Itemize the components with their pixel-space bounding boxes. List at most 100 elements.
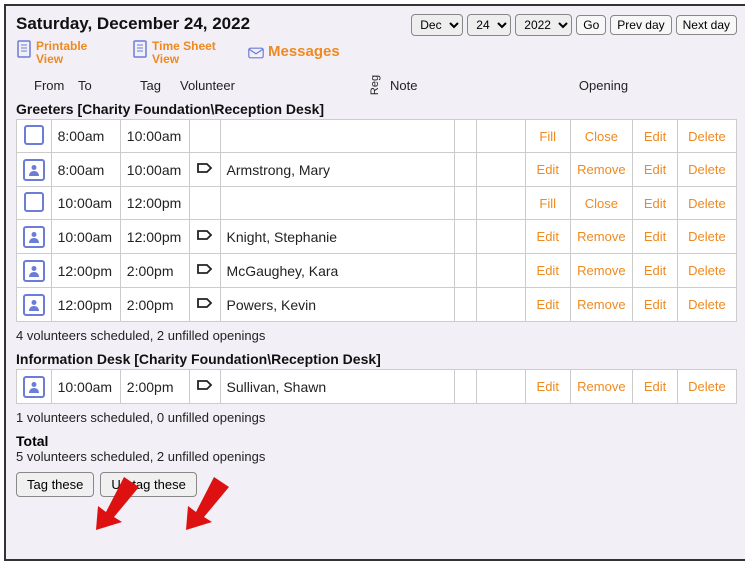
tag-icon <box>197 162 213 178</box>
action-link[interactable]: Delete <box>677 220 736 254</box>
tag-icon <box>197 229 213 245</box>
action-link[interactable]: Fill <box>525 120 570 153</box>
next-day-button[interactable]: Next day <box>676 15 737 35</box>
note-cell <box>477 220 526 254</box>
volunteer-cell <box>220 120 454 153</box>
note-cell <box>477 254 526 288</box>
table-row: 12:00pm2:00pmPowers, KevinEditRemoveEdit… <box>17 288 737 322</box>
person-icon[interactable] <box>23 376 45 398</box>
reg-cell <box>454 288 476 322</box>
year-select[interactable]: 2022 <box>515 14 572 36</box>
table-row: 8:00am10:00amArmstrong, MaryEditRemoveEd… <box>17 153 737 187</box>
tag-cell <box>190 370 221 404</box>
from-cell: 10:00am <box>51 370 120 404</box>
action-link[interactable]: Remove <box>570 153 633 187</box>
to-cell: 2:00pm <box>120 254 189 288</box>
reg-cell <box>454 220 476 254</box>
table-row: 10:00am12:00pmFillCloseEditDelete <box>17 187 737 220</box>
table-row: 8:00am10:00am FillCloseEditDelete <box>17 120 737 153</box>
action-link[interactable]: Edit <box>525 254 570 288</box>
volunteer-cell: McGaughey, Kara <box>220 254 454 288</box>
volunteer-cell <box>220 187 454 220</box>
action-link[interactable]: Edit <box>633 254 678 288</box>
messages-label: Messages <box>268 44 340 61</box>
total-label: Total <box>16 433 737 449</box>
col-to: To <box>78 78 140 93</box>
tag-these-button[interactable]: Tag these <box>16 472 94 497</box>
messages-link[interactable]: Messages <box>248 44 340 62</box>
table-row: 10:00am12:00pmKnight, StephanieEditRemov… <box>17 220 737 254</box>
group-summary: 4 volunteers scheduled, 2 unfilled openi… <box>16 328 737 343</box>
action-link[interactable]: Edit <box>633 153 678 187</box>
note-cell <box>477 288 526 322</box>
timesheet-view-label: Time Sheet View <box>152 40 222 66</box>
person-icon[interactable] <box>23 294 45 316</box>
row-checkbox-cell <box>17 120 52 153</box>
action-link[interactable]: Delete <box>677 370 736 404</box>
checkbox-icon[interactable] <box>24 125 44 145</box>
tag-icon <box>197 297 213 313</box>
untag-these-button[interactable]: Un-tag these <box>100 472 196 497</box>
col-from: From <box>16 78 78 93</box>
action-link[interactable]: Delete <box>677 120 736 153</box>
action-link[interactable]: Close <box>570 120 633 153</box>
document-icon <box>132 40 148 58</box>
action-link[interactable]: Edit <box>633 220 678 254</box>
reg-cell <box>454 370 476 404</box>
action-link[interactable]: Edit <box>633 370 678 404</box>
person-icon[interactable] <box>23 226 45 248</box>
tag-cell <box>190 254 221 288</box>
action-link[interactable]: Delete <box>677 153 736 187</box>
row-checkbox-cell <box>17 220 52 254</box>
document-icon <box>16 40 32 58</box>
go-button[interactable]: Go <box>576 15 606 35</box>
groups-container: Greeters [Charity Foundation\Reception D… <box>16 101 737 425</box>
action-link[interactable]: Close <box>570 187 633 220</box>
prev-day-button[interactable]: Prev day <box>610 15 671 35</box>
action-link[interactable]: Edit <box>633 120 678 153</box>
action-link[interactable]: Edit <box>525 220 570 254</box>
group-header: Information Desk [Charity Foundation\Rec… <box>16 351 737 367</box>
action-link[interactable]: Edit <box>525 370 570 404</box>
action-link[interactable]: Delete <box>677 187 736 220</box>
col-tag: Tag <box>140 78 180 93</box>
action-link[interactable]: Edit <box>633 187 678 220</box>
tag-cell <box>190 187 221 220</box>
action-link[interactable]: Edit <box>633 288 678 322</box>
person-icon[interactable] <box>23 159 45 181</box>
checkbox-icon[interactable] <box>24 192 44 212</box>
to-cell: 10:00am <box>120 120 189 153</box>
row-checkbox-cell <box>17 187 52 220</box>
action-link[interactable]: Remove <box>570 288 633 322</box>
action-link[interactable]: Delete <box>677 288 736 322</box>
row-checkbox-cell <box>17 254 52 288</box>
schedule-frame: Saturday, December 24, 2022 Dec 24 2022 … <box>4 4 745 561</box>
from-cell: 12:00pm <box>51 288 120 322</box>
action-link[interactable]: Remove <box>570 370 633 404</box>
action-link[interactable]: Delete <box>677 254 736 288</box>
action-link[interactable]: Edit <box>525 153 570 187</box>
day-select[interactable]: 24 <box>467 14 511 36</box>
volunteer-cell: Armstrong, Mary <box>220 153 454 187</box>
action-link[interactable]: Remove <box>570 220 633 254</box>
action-link[interactable]: Remove <box>570 254 633 288</box>
tag-icon <box>197 263 213 279</box>
action-link[interactable]: Edit <box>525 288 570 322</box>
table-row: 12:00pm2:00pmMcGaughey, KaraEditRemoveEd… <box>17 254 737 288</box>
row-checkbox-cell <box>17 370 52 404</box>
col-opening: Opening <box>470 78 737 93</box>
table-row: 10:00am2:00pmSullivan, ShawnEditRemoveEd… <box>17 370 737 404</box>
month-select[interactable]: Dec <box>411 14 463 36</box>
printable-view-label: Printable View <box>36 40 106 66</box>
top-bar: Saturday, December 24, 2022 Dec 24 2022 … <box>16 14 737 36</box>
schedule-table: 8:00am10:00amFillCloseEditDelete8:00am10… <box>16 119 737 322</box>
person-icon[interactable] <box>23 260 45 282</box>
printable-view-link[interactable]: Printable View <box>16 40 106 66</box>
from-cell: 8:00am <box>51 120 120 153</box>
toolbar-links: Printable View Time Sheet View Messages <box>16 40 737 66</box>
tag-cell <box>190 120 221 153</box>
action-link[interactable]: Fill <box>525 187 570 220</box>
to-cell: 12:00pm <box>120 187 189 220</box>
note-cell <box>477 370 526 404</box>
timesheet-view-link[interactable]: Time Sheet View <box>132 40 222 66</box>
